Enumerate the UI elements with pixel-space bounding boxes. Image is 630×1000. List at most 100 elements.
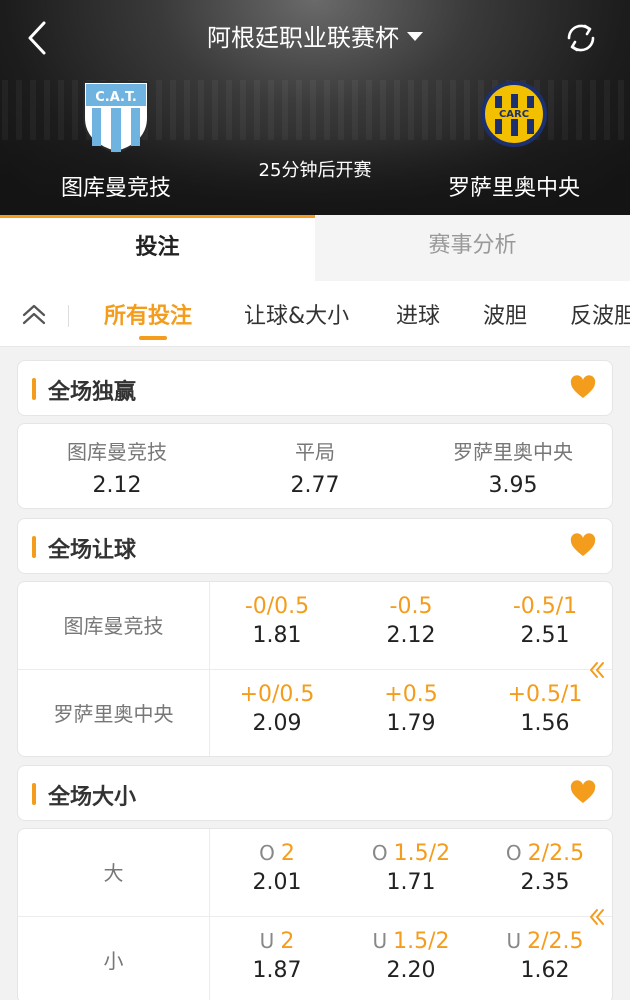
- section-title: 全场独赢: [48, 380, 137, 405]
- odds-cell[interactable]: +0.5/1 1.56: [480, 682, 610, 736]
- total-row-over: 大 O2 2.01 O 1.5/2 1.71 O 2/2.5 2.35: [18, 829, 612, 917]
- row-team-label: 大: [18, 829, 210, 917]
- active-filter-indicator: [139, 336, 167, 340]
- odds-value: 1.71: [386, 870, 436, 895]
- chevron-up-double-icon: [22, 304, 46, 325]
- total-line: 1.5/2: [393, 929, 450, 954]
- odds-value: 1.79: [386, 711, 436, 736]
- handicap-row-away: 罗萨里奥中央 +0/0.5 2.09 +0.5 1.79 +0.5/1 1.56: [18, 670, 612, 758]
- filter-all-bets[interactable]: 所有投注: [104, 298, 192, 330]
- home-team-logo-text: C.A.T.: [95, 90, 137, 105]
- home-team-logo: C.A.T.: [83, 81, 149, 154]
- option-odd: 3.95: [488, 473, 538, 498]
- odds-value: 2.01: [252, 870, 302, 895]
- tab-bets[interactable]: 投注: [0, 215, 315, 281]
- refresh-icon: [567, 24, 595, 52]
- filter-correct-score[interactable]: 波胆: [483, 298, 527, 330]
- odds-cell[interactable]: +0/0.5 2.09: [212, 682, 342, 736]
- handicap-line: -0.5/1: [512, 594, 578, 619]
- refresh-button[interactable]: [563, 20, 599, 56]
- row-team-label: 图库曼竞技: [18, 582, 210, 670]
- main-tabs: 投注 赛事分析: [0, 215, 630, 281]
- away-team-logo: CARC: [481, 81, 547, 147]
- section-header-1x2[interactable]: 全场独赢: [17, 360, 613, 416]
- odds-value: 2.09: [252, 711, 302, 736]
- handicap-line: +0.5: [384, 682, 438, 707]
- option-odd: 2.12: [92, 473, 142, 498]
- filter-anti-correct-score[interactable]: 反波胆: [570, 298, 630, 330]
- section-accent-bar: [32, 378, 36, 400]
- chevron-left-double-icon[interactable]: [588, 660, 606, 680]
- option-label: 平局: [295, 440, 335, 464]
- away-team-logo-text: CARC: [499, 109, 529, 120]
- filter-goals[interactable]: 进球: [396, 298, 440, 330]
- odds-cell[interactable]: -0.5 2.12: [346, 594, 476, 648]
- handicap-line: +0.5/1: [507, 682, 583, 707]
- handicap-row-home: 图库曼竞技 -0/0.5 1.81 -0.5 2.12 -0.5/1 2.51: [18, 582, 612, 670]
- total-line: 2/2.5: [527, 929, 584, 954]
- over-under-prefix: U: [259, 929, 275, 953]
- row-team-label: 小: [18, 917, 210, 1000]
- odds-cell[interactable]: U 1.5/2 2.20: [346, 929, 476, 983]
- heart-icon[interactable]: [570, 533, 596, 559]
- option-odd: 2.77: [290, 473, 340, 498]
- odds-value: 2.35: [520, 870, 570, 895]
- over-under-prefix: O: [259, 841, 275, 865]
- option-label: 图库曼竞技: [67, 440, 167, 464]
- over-under-prefix: O: [505, 841, 522, 865]
- section-title: 全场大小: [48, 785, 137, 810]
- total-line: 2: [280, 929, 295, 954]
- match-header: 阿根廷职业联赛杯 C.A.T. 图库曼竞技 25分钟后开赛 CARC 罗萨里奥中…: [0, 0, 630, 215]
- card-1x2: 图库曼竞技 2.12 平局 2.77 罗萨里奥中央 3.95: [17, 423, 613, 509]
- card-total: 大 O2 2.01 O 1.5/2 1.71 O 2/2.5 2.35 小 U2 1…: [17, 828, 613, 1000]
- tab-match-analysis[interactable]: 赛事分析: [315, 215, 630, 281]
- odds-value: 1.56: [520, 711, 570, 736]
- odds-cell[interactable]: +0.5 1.79: [346, 682, 476, 736]
- total-line: 1.5/2: [393, 841, 451, 866]
- odds-value: 2.20: [386, 958, 436, 983]
- handicap-line: -0.5: [389, 594, 433, 619]
- heart-icon[interactable]: [570, 375, 596, 401]
- section-header-handicap[interactable]: 全场让球: [17, 518, 613, 574]
- odds-cell[interactable]: O2 2.01: [212, 841, 342, 895]
- odds-cell[interactable]: -0.5/1 2.51: [480, 594, 610, 648]
- odds-value: 1.87: [252, 958, 302, 983]
- league-title: 阿根廷职业联赛杯: [207, 24, 399, 52]
- caret-down-icon: [407, 31, 423, 41]
- total-line: 2/2.5: [527, 841, 585, 866]
- filter-divider: [68, 305, 69, 327]
- handicap-line: -0/0.5: [244, 594, 310, 619]
- odds-value: 1.81: [252, 623, 302, 648]
- odds-cell[interactable]: O 2/2.5 2.35: [480, 841, 610, 895]
- odds-value: 1.62: [520, 958, 570, 983]
- handicap-line: +0/0.5: [239, 682, 315, 707]
- odds-value: 2.51: [520, 623, 570, 648]
- over-under-prefix: O: [371, 841, 388, 865]
- odds-cell[interactable]: U2 1.87: [212, 929, 342, 983]
- over-under-prefix: U: [506, 929, 522, 953]
- odds-cell[interactable]: -0/0.5 1.81: [212, 594, 342, 648]
- chevron-left-double-icon[interactable]: [588, 907, 606, 927]
- odds-cell[interactable]: U 2/2.5 1.62: [480, 929, 610, 983]
- filter-handicap-total[interactable]: 让球&大小: [244, 298, 349, 330]
- away-team-name: 罗萨里奥中央: [447, 176, 580, 201]
- option-home-win[interactable]: 图库曼竞技 2.12: [18, 436, 216, 498]
- odds-value: 2.12: [386, 623, 436, 648]
- section-title: 全场让球: [48, 538, 137, 563]
- odds-cell[interactable]: O 1.5/2 1.71: [346, 841, 476, 895]
- home-team[interactable]: C.A.T. 图库曼竞技: [16, 78, 216, 202]
- option-draw[interactable]: 平局 2.77: [216, 436, 414, 498]
- total-line: 2: [280, 841, 295, 866]
- heart-icon[interactable]: [570, 780, 596, 806]
- section-accent-bar: [32, 783, 36, 805]
- option-label: 罗萨里奥中央: [453, 440, 573, 464]
- row-team-label: 罗萨里奥中央: [18, 670, 210, 758]
- bet-filter-bar: 所有投注 让球&大小 进球 波胆 反波胆: [0, 281, 630, 347]
- over-under-prefix: U: [372, 929, 388, 953]
- collapse-all-button[interactable]: [18, 301, 50, 329]
- section-header-total[interactable]: 全场大小: [17, 765, 613, 821]
- section-accent-bar: [32, 536, 36, 558]
- league-selector[interactable]: 阿根廷职业联赛杯: [0, 18, 630, 53]
- away-team[interactable]: CARC 罗萨里奥中央: [414, 78, 614, 202]
- option-away-win[interactable]: 罗萨里奥中央 3.95: [414, 436, 612, 498]
